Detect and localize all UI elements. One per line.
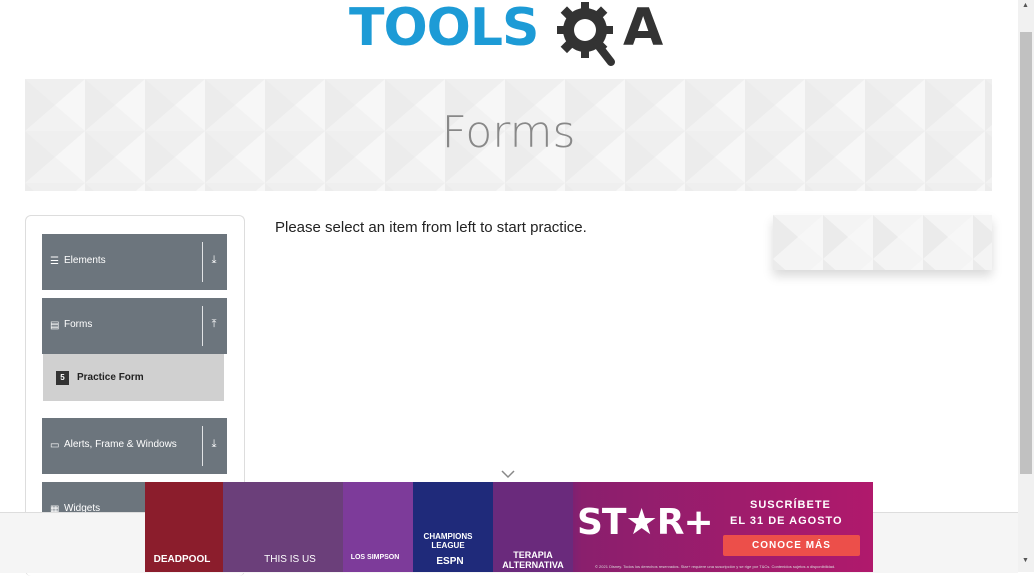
ad-fine-print: © 2021 Disney. Todos los derechos reserv… xyxy=(595,564,836,569)
practice-instruction: Please select an item from left to start… xyxy=(275,219,587,236)
scroll-up-arrow-icon[interactable]: ▲ xyxy=(1022,2,1029,9)
logo-text-a: A xyxy=(623,0,664,58)
star-plus-ad[interactable]: DEADPOOL THIS IS US LOS SIMPSON CHAMPION… xyxy=(145,482,873,572)
divider xyxy=(202,242,203,282)
hamburger-icon: ☰ xyxy=(50,256,59,267)
upload-arrow-icon[interactable]: ⤒ xyxy=(208,318,220,331)
sidebar-item-practice-form[interactable]: 5 Practice Form xyxy=(43,354,224,401)
download-arrow-icon[interactable]: ⤓ xyxy=(208,254,220,267)
page-title: Forms xyxy=(441,107,576,158)
ad-label: LOS SIMPSON xyxy=(350,554,400,561)
ad-label: TERAPIA ALTERNATIVA xyxy=(502,550,564,570)
group-label: Alerts, Frame & Windows xyxy=(64,439,177,450)
group-header-forms[interactable]: ▤ Forms ⤒ xyxy=(42,298,227,354)
page-banner: Forms xyxy=(25,79,992,191)
gear-magnifier-icon xyxy=(557,2,615,66)
group-label: Elements xyxy=(64,255,106,266)
document-icon: ▤ xyxy=(50,320,60,331)
ad-label: THIS IS US xyxy=(264,554,316,565)
divider xyxy=(202,306,203,346)
group-header-alerts[interactable]: ▭ Alerts, Frame & Windows ⤓ xyxy=(42,418,227,474)
ad-headline: SUSCRÍBETE xyxy=(750,499,831,511)
ad-label: DEADPOOL xyxy=(153,554,211,565)
chevron-down-icon[interactable] xyxy=(500,469,516,479)
ad-date: EL 31 DE AGOSTO xyxy=(730,515,843,527)
vertical-scrollbar[interactable]: ▲ ▼ xyxy=(1018,0,1034,572)
ad-label: ESPN xyxy=(436,556,464,567)
group-header-elements[interactable]: ☰ Elements ⤓ xyxy=(42,234,227,290)
side-ad-box[interactable] xyxy=(773,215,992,270)
scrollbar-thumb[interactable] xyxy=(1020,32,1032,474)
page: TOOLS A Forms ☰ Elements ⤓ ▤ Forms ⤒ 5 P… xyxy=(0,0,1018,576)
divider xyxy=(202,426,203,466)
ad-label: CHAMPIONS LEAGUE xyxy=(423,532,473,550)
ad-cta-button[interactable]: CONOCE MÁS xyxy=(723,535,860,556)
download-arrow-icon[interactable]: ⤓ xyxy=(208,438,220,451)
html5-icon: 5 xyxy=(56,371,69,385)
logo-text-tools: TOOLS xyxy=(349,0,539,58)
group-label: Forms xyxy=(64,319,93,330)
scroll-down-arrow-icon[interactable]: ▼ xyxy=(1022,557,1029,564)
side-ad-pattern xyxy=(773,215,992,270)
window-icon: ▭ xyxy=(50,440,60,451)
toolsqa-logo[interactable]: TOOLS A xyxy=(349,2,674,72)
star-plus-logo: ST★R+ xyxy=(577,502,714,543)
sidebar-item-label: Practice Form xyxy=(77,372,144,383)
